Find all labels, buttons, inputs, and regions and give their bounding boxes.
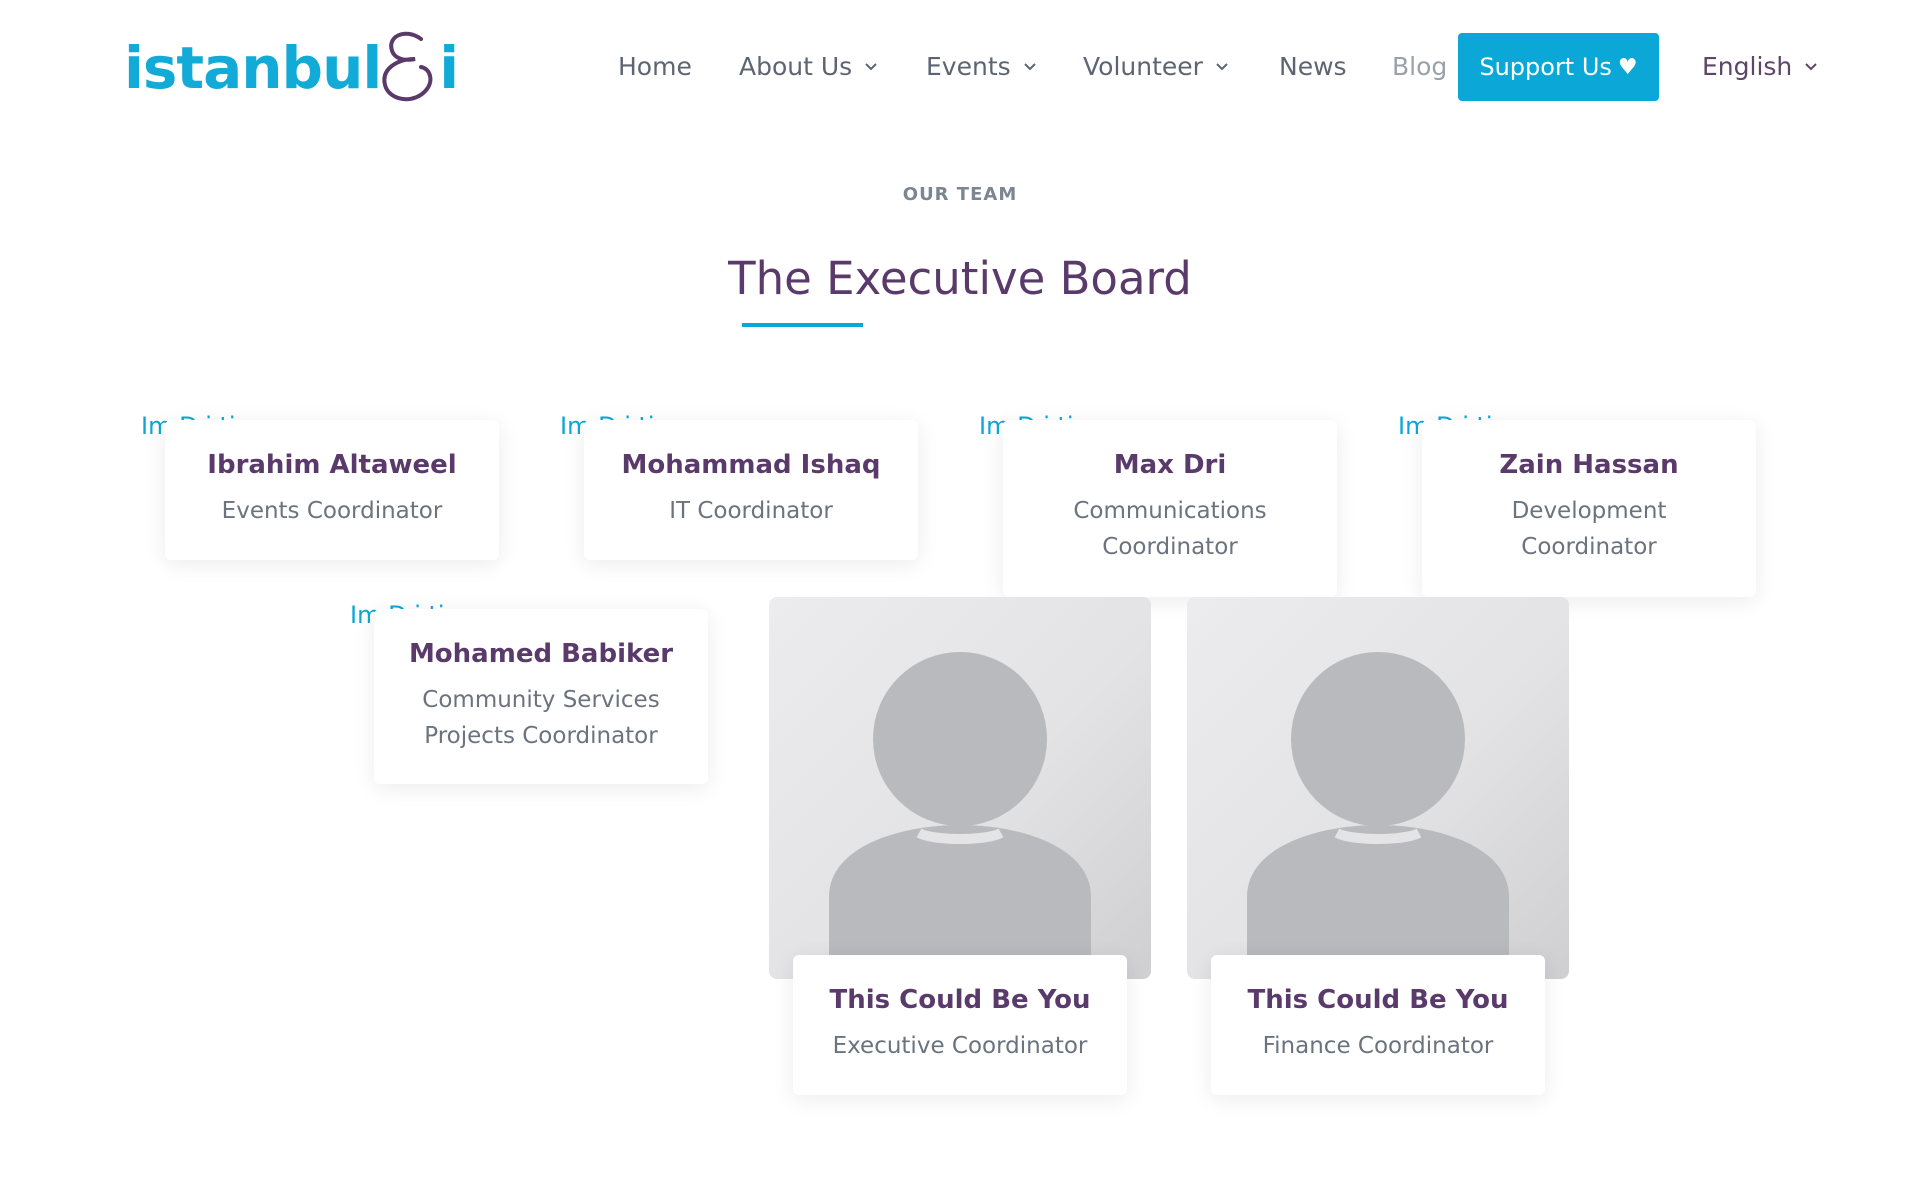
- member-name: Max Dri: [1113, 450, 1227, 480]
- nav-volunteer[interactable]: Volunteer: [1083, 33, 1231, 99]
- chevron-down-icon: [1805, 63, 1817, 71]
- nav-news[interactable]: News: [1279, 33, 1347, 99]
- member-role: Events Coordinator: [221, 498, 443, 525]
- member-role: Executive Coordinator: [832, 1033, 1088, 1060]
- chevron-down-icon: [1216, 63, 1228, 71]
- team-card: Max Dri Communications Coordinator: [1003, 420, 1337, 597]
- team-card: Mohamed Babiker Community Services Proje…: [374, 609, 708, 784]
- language-selector[interactable]: English: [1702, 33, 1820, 99]
- member-role: IT Coordinator: [669, 498, 833, 525]
- member-role: Community Services Projects Coordinator: [422, 687, 660, 750]
- nav-home-label: Home: [618, 51, 692, 81]
- title-underline: [742, 323, 863, 327]
- member-role: Communications Coordinator: [1073, 498, 1267, 561]
- heart-icon: ♥: [1617, 54, 1638, 80]
- main-nav: Home About Us Events Volunteer News Blog: [0, 33, 1920, 101]
- team-card: This Could Be You Finance Coordinator: [1211, 955, 1545, 1095]
- nav-about-label: About Us: [739, 51, 853, 81]
- member-name: This Could Be You: [829, 985, 1091, 1015]
- member-name: Zain Hassan: [1499, 450, 1679, 480]
- team-card: Mohammad Ishaq IT Coordinator: [584, 420, 918, 560]
- person-silhouette-icon: [1247, 652, 1509, 979]
- nav-events[interactable]: Events: [926, 33, 1039, 99]
- nav-blog[interactable]: Blog: [1392, 33, 1447, 99]
- site-header: istanbul i Home About Us Events Voluntee…: [0, 0, 1920, 130]
- support-us-label: Support Us: [1479, 53, 1612, 81]
- nav-news-label: News: [1279, 51, 1347, 81]
- nav-events-label: Events: [926, 51, 1011, 81]
- nav-home[interactable]: Home: [618, 33, 692, 99]
- team-card: This Could Be You Executive Coordinator: [793, 955, 1127, 1095]
- member-name: Mohamed Babiker: [408, 639, 674, 669]
- member-name: Ibrahim Altaweel: [207, 450, 457, 480]
- nav-about[interactable]: About Us: [739, 33, 880, 99]
- section-title: The Executive Board: [728, 252, 1192, 305]
- section-eyebrow: OUR TEAM: [902, 184, 1018, 205]
- chevron-down-icon: [865, 63, 877, 71]
- nav-volunteer-label: Volunteer: [1083, 51, 1203, 81]
- placeholder-avatar: [769, 597, 1151, 979]
- member-name: Mohammad Ishaq: [621, 450, 881, 480]
- placeholder-avatar: [1187, 597, 1569, 979]
- member-role: Development Coordinator: [1511, 498, 1667, 561]
- team-card: Ibrahim Altaweel Events Coordinator: [165, 420, 499, 560]
- support-us-button[interactable]: Support Us ♥: [1458, 33, 1659, 101]
- chevron-down-icon: [1023, 63, 1036, 71]
- member-name: This Could Be You: [1247, 985, 1509, 1015]
- nav-blog-label: Blog: [1392, 51, 1448, 81]
- person-silhouette-icon: [829, 652, 1091, 979]
- team-card: Zain Hassan Development Coordinator: [1422, 420, 1756, 597]
- member-role: Finance Coordinator: [1262, 1033, 1494, 1060]
- language-label: English: [1702, 51, 1793, 81]
